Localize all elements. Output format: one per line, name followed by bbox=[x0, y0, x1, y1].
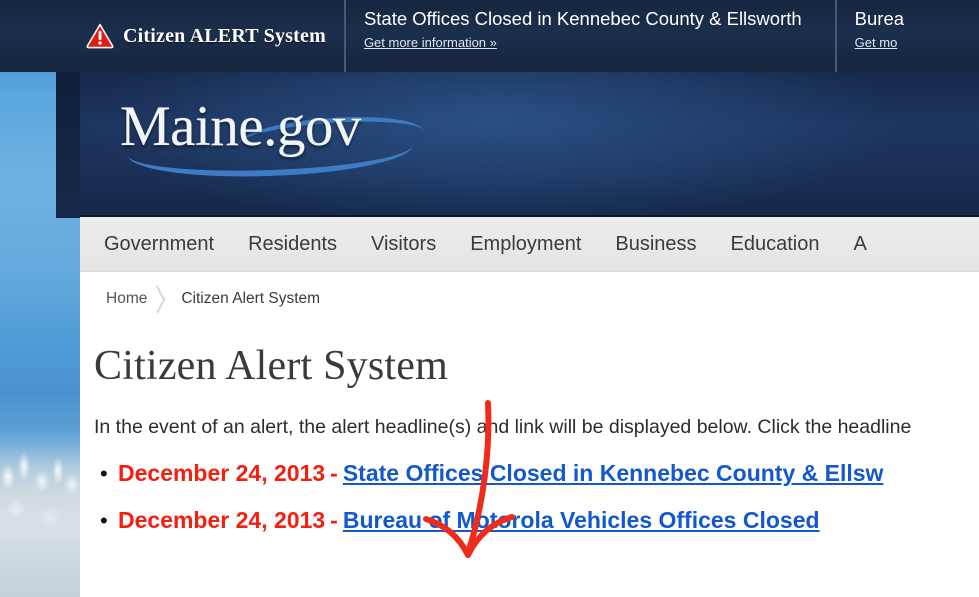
list-bullet-icon: • bbox=[100, 461, 108, 487]
alert-headline-link[interactable]: Bureau of Motorola Vehicles Offices Clos… bbox=[343, 507, 820, 534]
citizen-alert-bar: Citizen ALERT System State Offices Close… bbox=[0, 0, 979, 72]
background-photo-strip bbox=[0, 0, 80, 597]
alert-brand-label: Citizen ALERT System bbox=[123, 24, 326, 47]
alert-list: • December 24, 2013 - State Offices Clos… bbox=[94, 460, 979, 534]
alert-item-2[interactable]: Burea Get mo bbox=[834, 0, 955, 72]
main-navigation: Government Residents Visitors Employment… bbox=[80, 217, 979, 272]
list-item[interactable]: • December 24, 2013 - Bureau of Motorola… bbox=[94, 507, 979, 534]
snowy-trees-photo bbox=[0, 447, 80, 597]
alert-item-2-title: Burea bbox=[854, 8, 905, 29]
maine-gov-logo[interactable]: Maine.gov bbox=[120, 98, 480, 188]
nav-item-government[interactable]: Government bbox=[104, 233, 214, 256]
nav-item-business[interactable]: Business bbox=[615, 233, 696, 256]
alert-item-1-title: State Offices Closed in Kennebec County … bbox=[363, 8, 802, 29]
site-content-column: Maine.gov Government Residents Visitors … bbox=[80, 72, 979, 597]
maine-gov-logo-text: Maine.gov bbox=[120, 95, 361, 158]
breadcrumb-home[interactable]: Home bbox=[106, 290, 147, 308]
alert-item-2-more-link[interactable]: Get mo bbox=[855, 35, 955, 50]
alert-headline-link[interactable]: State Offices Closed in Kennebec County … bbox=[343, 460, 884, 487]
alert-dash: - bbox=[330, 507, 338, 534]
site-header-banner: Maine.gov bbox=[80, 72, 979, 217]
breadcrumb-current: Citizen Alert System bbox=[181, 289, 321, 307]
nav-item-employment[interactable]: Employment bbox=[470, 233, 581, 256]
list-item[interactable]: • December 24, 2013 - State Offices Clos… bbox=[94, 460, 979, 487]
alert-brand: Citizen ALERT System bbox=[0, 0, 344, 72]
nav-item-visitors[interactable]: Visitors bbox=[371, 233, 436, 256]
breadcrumb: Home Citizen Alert System bbox=[80, 272, 979, 325]
nav-item-residents[interactable]: Residents bbox=[248, 233, 337, 256]
nav-item-education[interactable]: Education bbox=[731, 233, 820, 256]
nav-item-truncated[interactable]: A bbox=[854, 233, 867, 256]
alert-dash: - bbox=[330, 460, 338, 487]
alert-date: December 24, 2013 bbox=[118, 460, 326, 487]
warning-triangle-icon bbox=[86, 23, 114, 49]
list-bullet-icon: • bbox=[100, 508, 108, 534]
alert-date: December 24, 2013 bbox=[118, 507, 326, 534]
alert-item-1-more-link[interactable]: Get more information » bbox=[364, 35, 802, 50]
alert-item-1[interactable]: State Offices Closed in Kennebec County … bbox=[343, 0, 802, 72]
page-content: Citizen Alert System In the event of an … bbox=[80, 325, 979, 534]
page-title: Citizen Alert System bbox=[94, 343, 448, 389]
breadcrumb-chevron-icon bbox=[147, 272, 181, 325]
intro-paragraph: In the event of an alert, the alert head… bbox=[94, 416, 912, 439]
